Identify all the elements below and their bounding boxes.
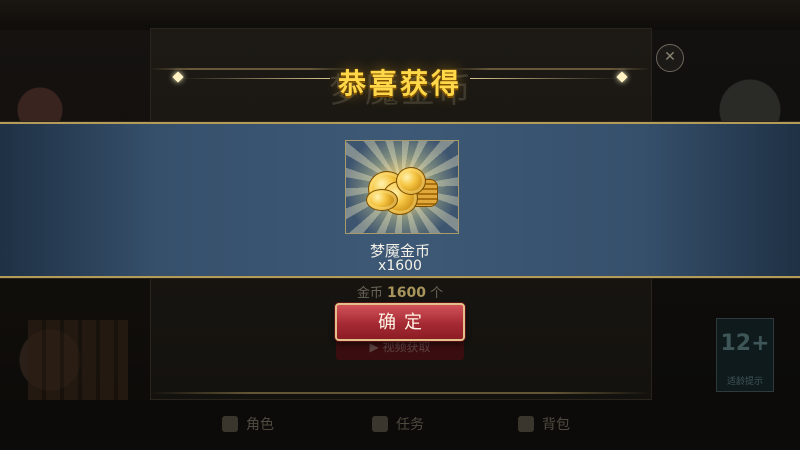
cost-line: 金币 1600 个: [0, 282, 800, 301]
age-rating-badge[interactable]: 12+ 适龄提示: [716, 318, 774, 392]
reward-item-frame: [345, 140, 459, 234]
nav-item-label: 背包: [542, 417, 570, 433]
bottom-ornament: [150, 392, 650, 394]
reward-item-quantity: x1600: [378, 258, 422, 274]
character-icon: [222, 416, 238, 432]
top-bar: [0, 0, 800, 30]
nav-item-quest[interactable]: 任务: [372, 414, 424, 434]
nav-item-backpack[interactable]: 背包: [518, 414, 570, 434]
nav-item-character[interactable]: 角色: [222, 414, 274, 434]
reward-title: 恭喜获得: [337, 67, 462, 100]
nav-item-label: 角色: [246, 417, 274, 433]
nav-item-label: 任务: [396, 417, 424, 433]
backpack-icon: [518, 416, 534, 432]
video-icon: ▶: [369, 340, 383, 354]
cost-unit: 个: [430, 286, 444, 301]
age-rating: 12+: [720, 331, 770, 356]
age-rating-label: 适龄提示: [726, 377, 763, 387]
bottom-nav: 角色 任务 背包: [0, 400, 800, 450]
confirm-button[interactable]: 确定: [335, 303, 465, 341]
cost-label: 金币: [356, 286, 383, 301]
cost-amount: 1600: [387, 285, 426, 301]
quest-icon: [372, 416, 388, 432]
video-button-label: 视频获取: [382, 340, 431, 354]
